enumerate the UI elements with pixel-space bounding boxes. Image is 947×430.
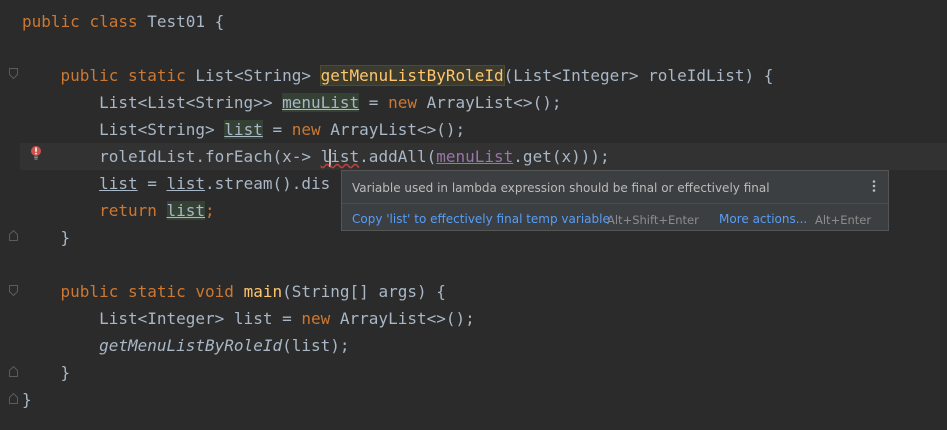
expression: ArrayList<>();	[416, 93, 562, 112]
code-line[interactable]: public class Test01 {	[22, 8, 224, 35]
expression: .addAll(	[359, 147, 437, 166]
type: List<String>	[99, 120, 225, 139]
keyword: public	[22, 12, 80, 31]
field-reference[interactable]: menuList	[436, 147, 513, 166]
keyword: void	[195, 282, 234, 301]
expression: ArrayList<>();	[320, 120, 466, 139]
code-line[interactable]: }	[22, 359, 71, 386]
keyword: public	[60, 282, 119, 301]
method-name[interactable]: getMenuListByRoleId	[319, 65, 505, 86]
semicolon: ;	[205, 201, 215, 220]
parameters: (String[] args) {	[282, 282, 446, 301]
keyword: return	[99, 201, 157, 220]
code-line-current[interactable]: roleIdList.forEach(x-> list.addAll(menuL…	[22, 143, 610, 170]
code-line[interactable]: list = list.stream().dis	[22, 170, 330, 197]
more-actions-link[interactable]: More actions...	[719, 212, 807, 226]
quick-fix-link[interactable]: Copy 'list' to effectively final temp va…	[352, 212, 610, 226]
method-call[interactable]: getMenuListByRoleId	[99, 336, 282, 355]
error-message: Variable used in lambda expression shoul…	[352, 181, 770, 195]
type: List<List<String>>	[99, 93, 283, 112]
brace: }	[60, 363, 71, 382]
local-variable[interactable]: list	[167, 174, 206, 193]
code-line[interactable]: List<List<String>> menuList = new ArrayL…	[22, 89, 561, 116]
keyword: class	[89, 12, 138, 31]
code-line[interactable]: getMenuListByRoleId(list);	[22, 332, 350, 359]
parameters: (List<Integer> roleIdList) {	[503, 66, 774, 85]
keyword: static	[127, 282, 186, 301]
error-variable[interactable]: list	[321, 147, 359, 167]
return-type: List<String>	[195, 66, 321, 85]
code-line[interactable]: public static void main(String[] args) {	[22, 278, 446, 305]
expression: .get(x)));	[513, 147, 610, 166]
expression: ArrayList<>();	[330, 309, 475, 328]
keyword: new	[301, 309, 331, 328]
arguments: (list);	[282, 336, 350, 355]
fold-marker-icon[interactable]	[9, 285, 18, 296]
local-variable[interactable]: menuList	[282, 93, 360, 112]
brace: }	[60, 228, 71, 247]
popup-divider	[342, 203, 888, 204]
fold-marker-icon[interactable]	[9, 68, 18, 79]
inspection-popup: Variable used in lambda expression shoul…	[341, 170, 889, 231]
code-line[interactable]: }	[22, 386, 32, 413]
code-line[interactable]: List<Integer> list = new ArrayList<>();	[22, 305, 475, 332]
kebab-menu-icon[interactable]	[872, 179, 876, 193]
operator: =	[137, 174, 167, 193]
brace: }	[22, 390, 32, 409]
keyword: new	[388, 93, 417, 112]
fold-marker-icon[interactable]	[9, 230, 18, 241]
code-line[interactable]: List<String> list = new ArrayList<>();	[22, 116, 465, 143]
operator: =	[359, 93, 389, 112]
declaration: List<Integer> list =	[99, 309, 302, 328]
code-line[interactable]: public static List<String> getMenuListBy…	[22, 62, 773, 89]
local-variable[interactable]: list	[224, 120, 263, 139]
local-variable[interactable]: list	[99, 174, 138, 193]
method-name[interactable]: main	[244, 282, 283, 301]
keyword: public	[60, 66, 119, 85]
expression: .stream().dis	[205, 174, 331, 193]
expression: roleIdList.forEach(x->	[99, 147, 321, 166]
code-line[interactable]: return list;	[22, 197, 215, 224]
keyword: static	[127, 66, 186, 85]
keyword: new	[291, 120, 321, 139]
fold-marker-icon[interactable]	[9, 393, 18, 404]
local-variable[interactable]: list	[166, 201, 206, 220]
quick-fix-shortcut: Alt+Shift+Enter	[607, 213, 699, 227]
class-name: Test01 {	[147, 12, 225, 31]
operator: =	[262, 120, 292, 139]
more-actions-shortcut: Alt+Enter	[815, 213, 872, 227]
code-line[interactable]: }	[22, 224, 71, 251]
fold-marker-icon[interactable]	[9, 366, 18, 377]
